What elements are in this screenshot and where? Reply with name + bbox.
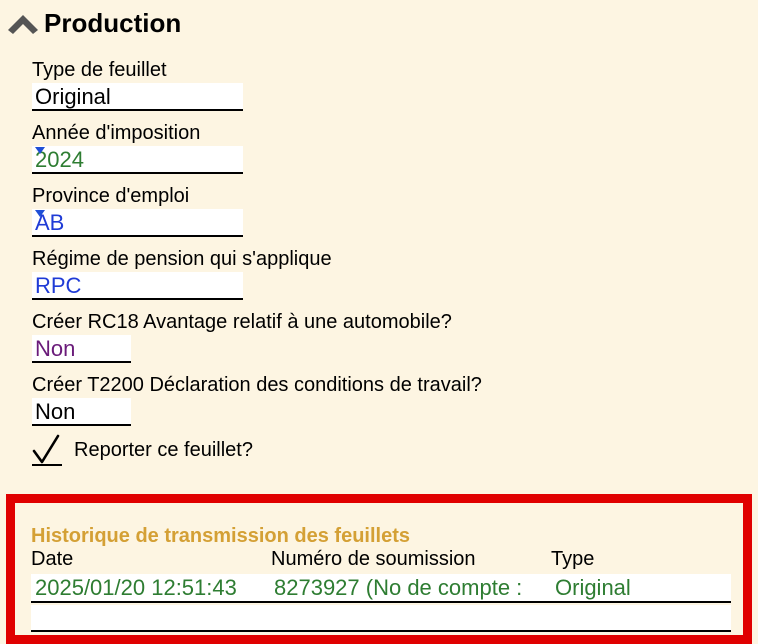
province-emploi-field[interactable]: AB xyxy=(32,209,243,237)
col-header-type: Type xyxy=(551,548,595,570)
rc18-label: Créer RC18 Avantage relatif à une automo… xyxy=(32,311,452,333)
annee-imposition-field[interactable]: 2024 xyxy=(32,146,243,174)
section-title: Production xyxy=(44,7,182,38)
history-date-cell: 2025/01/20 12:51:43 xyxy=(35,575,237,600)
chevron-up-icon[interactable] xyxy=(8,12,38,34)
rc18-field[interactable]: Non xyxy=(32,335,131,363)
history-title: Historique de transmission des feuillets xyxy=(31,525,410,547)
dropdown-marker-icon xyxy=(35,147,45,154)
history-numero-cell: 8273927 (No de compte : xyxy=(274,575,523,600)
report-checkbox-label: Reporter ce feuillet? xyxy=(74,438,253,461)
t2200-field[interactable]: Non xyxy=(32,398,131,426)
history-panel: Historique de transmission des feuillets… xyxy=(6,494,752,644)
annee-imposition-label: Année d'imposition xyxy=(32,122,201,144)
t2200-label: Créer T2200 Déclaration des conditions d… xyxy=(32,374,482,396)
col-header-date: Date xyxy=(31,548,74,570)
province-emploi-label: Province d'emploi xyxy=(32,185,190,207)
regime-pension-field[interactable]: RPC xyxy=(32,272,243,300)
table-row-empty xyxy=(31,605,731,632)
checkmark-icon[interactable] xyxy=(32,434,62,466)
col-header-numero: Numéro de soumission xyxy=(271,548,476,570)
type-feuillet-label: Type de feuillet xyxy=(32,59,167,81)
regime-pension-label: Régime de pension qui s'applique xyxy=(32,248,332,270)
section-header[interactable]: Production xyxy=(8,6,181,40)
type-feuillet-field[interactable]: Original xyxy=(32,83,243,111)
history-type-cell: Original xyxy=(555,575,631,600)
report-checkbox-row[interactable]: Reporter ce feuillet? xyxy=(32,434,253,466)
table-row[interactable]: 2025/01/20 12:51:43 8273927 (No de compt… xyxy=(31,574,731,603)
dropdown-marker-icon xyxy=(35,210,45,217)
